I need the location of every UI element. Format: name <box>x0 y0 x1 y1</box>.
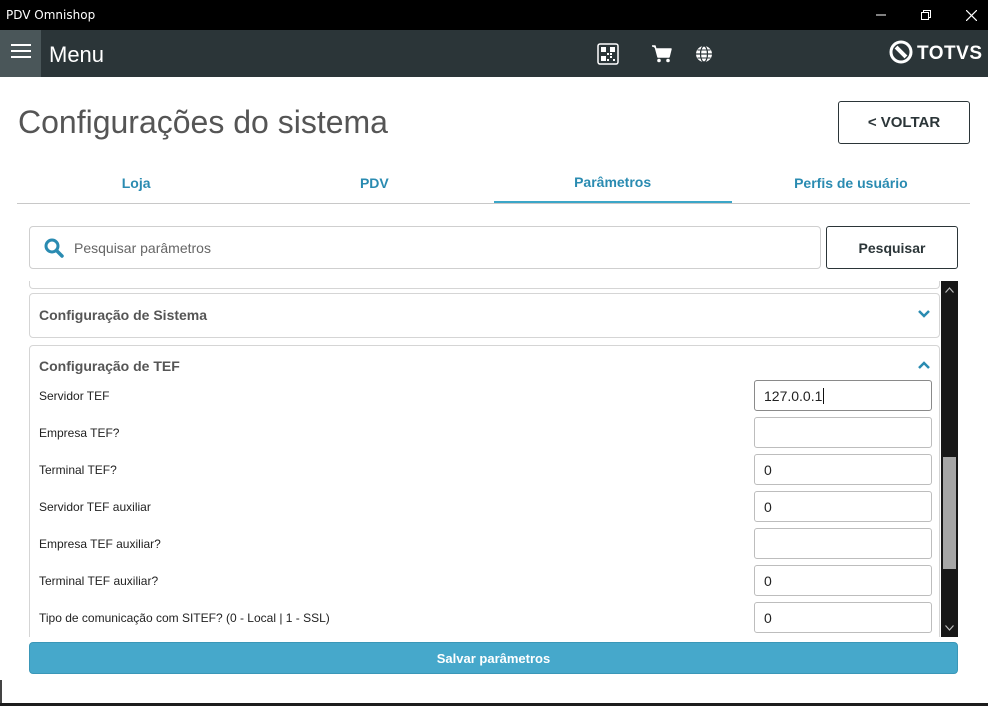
minimize-button[interactable] <box>858 0 904 30</box>
section-configuracao-de-tef: Configuração de TEF Servidor TEF 127.0.0… <box>29 345 940 637</box>
totvs-logo: TOTVS <box>889 40 983 69</box>
input-value: 0 <box>764 498 772 515</box>
param-label: Empresa TEF? <box>39 426 120 440</box>
scrollbar[interactable] <box>941 281 958 637</box>
back-button[interactable]: < VOLTAR <box>838 101 970 144</box>
search-icon <box>44 237 66 259</box>
input-value: 0 <box>764 461 772 478</box>
scroll-up-icon[interactable] <box>941 283 958 297</box>
section-configuracao-de-sistema[interactable]: Configuração de Sistema <box>29 293 940 338</box>
servidor-tef-auxiliar-input[interactable]: 0 <box>754 491 932 522</box>
tab-loja[interactable]: Loja <box>17 162 255 203</box>
tab-parametros[interactable]: Parâmetros <box>493 162 732 203</box>
text-caret <box>823 387 825 404</box>
section-title: Configuração de TEF <box>39 358 180 374</box>
terminal-tef-auxiliar-input[interactable]: 0 <box>754 565 932 596</box>
scroll-down-icon[interactable] <box>941 621 958 635</box>
empresa-tef-auxiliar-input[interactable] <box>754 528 932 559</box>
globe-icon[interactable] <box>692 42 716 66</box>
qr-code-icon[interactable] <box>596 42 620 66</box>
close-icon <box>965 9 977 21</box>
scrollbar-thumb[interactable] <box>943 457 956 569</box>
search-box <box>29 226 821 269</box>
chevron-down-icon[interactable] <box>917 307 931 321</box>
minimize-icon <box>876 10 886 20</box>
param-label: Terminal TEF auxiliar? <box>39 574 159 588</box>
terminal-tef-input[interactable]: 0 <box>754 454 932 485</box>
servidor-tef-input[interactable]: 127.0.0.1 <box>754 380 932 411</box>
save-parameters-button[interactable]: Salvar parâmetros <box>29 642 958 674</box>
page-title: Configurações do sistema <box>18 104 388 140</box>
window-titlebar: PDV Omnishop <box>0 0 988 30</box>
section-title: Configuração de Sistema <box>39 307 208 323</box>
tab-perfis-de-usuario[interactable]: Perfis de usuário <box>732 162 970 203</box>
param-label: Servidor TEF auxiliar <box>39 500 151 514</box>
hamburger-icon <box>10 44 31 63</box>
totvs-logo-icon <box>889 40 913 69</box>
brand-name: TOTVS <box>917 43 983 64</box>
param-label: Empresa TEF auxiliar? <box>39 537 161 551</box>
input-value: 0 <box>764 572 772 589</box>
menu-button[interactable] <box>0 30 41 77</box>
input-value: 0 <box>764 609 772 626</box>
tab-bar: Loja PDV Parâmetros Perfis de usuário <box>17 162 970 204</box>
search-button[interactable]: Pesquisar <box>826 226 958 269</box>
tipo-comunicacao-sitef-input[interactable]: 0 <box>754 602 932 633</box>
param-label: Tipo de comunicação com SITEF? (0 - Loca… <box>39 611 330 625</box>
window-title: PDV Omnishop <box>6 8 96 22</box>
parameters-list[interactable]: Configuração de Sistema Configuração de … <box>29 281 958 637</box>
restore-icon <box>921 10 931 20</box>
param-label: Servidor TEF <box>39 389 110 403</box>
search-input[interactable] <box>74 239 774 256</box>
restore-button[interactable] <box>903 0 949 30</box>
tab-pdv[interactable]: PDV <box>255 162 493 203</box>
input-value: 127.0.0.1 <box>764 387 823 404</box>
param-label: Terminal TEF? <box>39 463 117 477</box>
app-header: Menu TOTVS <box>0 30 988 77</box>
chevron-up-icon[interactable] <box>917 358 931 372</box>
close-button[interactable] <box>948 0 988 30</box>
cart-icon[interactable] <box>650 42 674 66</box>
empresa-tef-input[interactable] <box>754 417 932 448</box>
previous-section-edge <box>29 281 940 289</box>
menu-label[interactable]: Menu <box>49 42 104 68</box>
